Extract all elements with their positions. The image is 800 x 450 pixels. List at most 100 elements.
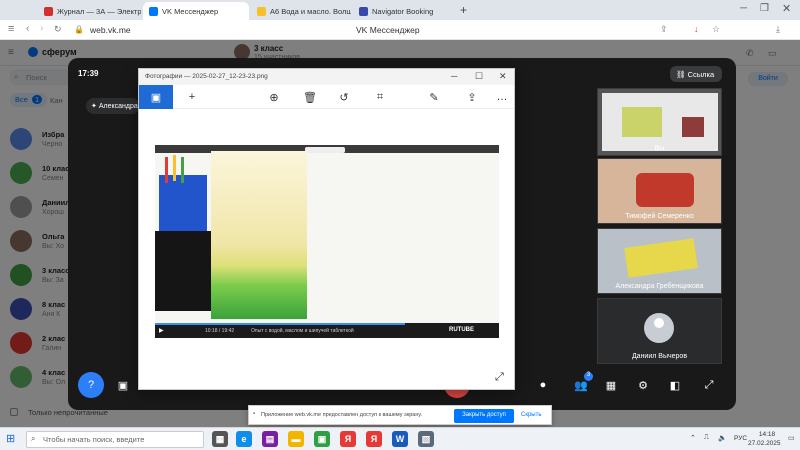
clock-time[interactable]: 14:18 (752, 431, 782, 438)
tab-label: Navigator Booking (372, 6, 434, 16)
settings-icon[interactable]: ⚙ (630, 372, 656, 398)
photos-icon[interactable]: ▧ (418, 431, 434, 447)
explorer-icon[interactable]: ▬ (288, 431, 304, 447)
participant-tile[interactable]: Александра Гребенщикова (597, 228, 722, 294)
start-icon[interactable]: ⊞ (6, 432, 15, 445)
play-icon[interactable]: ▶ (159, 327, 164, 334)
presenter-chip[interactable]: ✦ Александра (86, 98, 140, 114)
journal-favicon-icon (44, 6, 53, 16)
gallery-icon[interactable]: ▣ (139, 85, 173, 109)
forward-icon[interactable]: › (40, 23, 43, 34)
network-icon[interactable]: ⎍ (704, 434, 709, 442)
participants-icon[interactable]: 👥 3 (568, 372, 594, 398)
share-icon[interactable]: ⇪ (660, 24, 668, 35)
minimize-icon[interactable]: ─ (451, 71, 457, 81)
share-indicator-icon: ▪ (253, 411, 256, 417)
participant-video (636, 173, 694, 207)
rotate-icon[interactable]: ↺ (333, 88, 355, 106)
photos-title: Фотографии — 2025-02-27_12-23-23.png (145, 73, 268, 80)
maximize-icon[interactable]: ☐ (475, 71, 483, 82)
search-icon: ⌕ (31, 434, 36, 443)
bookmark-icon[interactable]: ☆ (712, 24, 720, 35)
black-jar (155, 231, 215, 311)
grid-icon[interactable]: ▦ (598, 372, 624, 398)
url-text[interactable]: web.vk.me (90, 25, 131, 35)
back-icon[interactable]: ‹ (26, 23, 29, 34)
pip-icon[interactable]: ◧ (662, 372, 688, 398)
video-time: 10:18 / 19:42 (205, 328, 235, 334)
participant-tile[interactable]: Даниил Вычеров (597, 298, 722, 364)
participant-name: Даниил Вычеров (631, 353, 688, 360)
avatar (644, 313, 674, 343)
app-icon[interactable]: ▤ (262, 431, 278, 447)
help-button[interactable]: ? (78, 372, 104, 398)
tab-label: А6 Вода и масло. Волше (270, 6, 351, 16)
self-label: Вы (654, 145, 665, 152)
yandex-icon[interactable]: Я (340, 431, 356, 447)
photos-title-bar: Фотографии — 2025-02-27_12-23-23.png ─ ☐… (139, 69, 514, 85)
tray-chevron-icon[interactable]: ⌃ (690, 434, 696, 442)
yandex-browser-icon[interactable]: Я (366, 431, 382, 447)
store-icon[interactable]: ▣ (314, 431, 330, 447)
edge-icon[interactable]: e (236, 431, 252, 447)
screen-share-banner: ▪ Приложение web.vk.me предоставлен дост… (248, 405, 552, 425)
self-tile[interactable]: Вы (597, 88, 722, 156)
notification-icon[interactable]: ▭ (788, 434, 795, 442)
video-caption: Опыт с водой, маслом и шипучей таблеткой (251, 328, 354, 334)
pencil (165, 157, 168, 183)
close-icon[interactable]: ✕ (499, 71, 507, 82)
address-bar: ≡ ‹ › ↻ 🔒 web.vk.me VK Мессенджер ⇪ ↓ ☆ … (0, 20, 800, 40)
photos-toolbar: ▣ + ⊕ 🗑 ↺ ⌗ ✎ ⇪ … (139, 85, 514, 109)
download-icon[interactable]: ↓ (694, 24, 699, 34)
language-indicator[interactable]: РУС (734, 435, 747, 442)
blue-cup (159, 175, 207, 235)
tab-vk-messenger[interactable]: VK Мессенджер (143, 2, 249, 20)
download-manager-icon[interactable]: ⤓ (776, 24, 780, 35)
chat-icon[interactable]: ● (530, 372, 556, 398)
new-tab-button[interactable]: + (460, 3, 467, 17)
edit-icon[interactable]: ✎ (423, 88, 445, 106)
link-label: Ссылка (687, 70, 715, 79)
task-view-icon[interactable]: ▦ (212, 431, 228, 447)
menu-icon[interactable]: ≡ (8, 23, 14, 35)
expand-icon[interactable]: ⤢ (495, 371, 504, 384)
camera-off-icon[interactable]: ▣ (110, 372, 136, 398)
video-control-bar: ▶ 10:18 / 19:42 Опыт с водой, маслом и ш… (155, 323, 499, 338)
taskbar-search-input[interactable]: ⌕ Чтобы начать поиск, введите (26, 431, 204, 448)
crop-icon[interactable]: ⌗ (369, 88, 391, 106)
close-icon[interactable]: ✕ (782, 2, 791, 15)
fullscreen-icon[interactable]: ⤢ (696, 372, 722, 398)
share-icon[interactable]: ⇪ (461, 88, 483, 106)
volume-icon[interactable]: 🔈 (718, 434, 727, 442)
raise-badge: 3 (584, 372, 593, 381)
water-glass (211, 151, 307, 319)
call-link-button[interactable]: ⛓ Ссылка (670, 66, 722, 82)
minimize-icon[interactable]: ─ (740, 3, 747, 14)
subscribe-chip (305, 147, 345, 153)
maximize-icon[interactable]: ❐ (760, 3, 769, 14)
clock-date[interactable]: 27.02.2025 (748, 440, 781, 447)
navigator-favicon-icon (359, 6, 368, 16)
more-icon[interactable]: … (491, 88, 513, 106)
video-favicon-icon (257, 6, 266, 16)
page-title: VK Мессенджер (356, 25, 420, 35)
photos-viewer-window: Фотографии — 2025-02-27_12-23-23.png ─ ☐… (138, 68, 515, 390)
add-icon[interactable]: + (181, 88, 203, 106)
pencil (173, 155, 176, 181)
lock-icon: 🔒 (74, 25, 84, 34)
word-icon[interactable]: W (392, 431, 408, 447)
participant-video (624, 238, 698, 278)
shared-screen-thumbnail (602, 93, 718, 151)
zoom-icon[interactable]: ⊕ (263, 88, 285, 106)
link-icon: ⛓ (676, 70, 686, 79)
reload-icon[interactable]: ↻ (54, 24, 62, 35)
tab-journal[interactable]: Журнал — 3А — Электрон (38, 2, 141, 20)
browser-tab-strip: Журнал — 3А — Электрон VK Мессенджер А6 … (0, 0, 800, 20)
delete-icon[interactable]: 🗑 (299, 88, 321, 106)
tab-video[interactable]: А6 Вода и масло. Волше (251, 2, 351, 20)
vk-favicon-icon (149, 6, 158, 16)
hide-link[interactable]: Скрыть (521, 412, 541, 418)
participant-tile[interactable]: Тимофей Семеренко (597, 158, 722, 224)
stop-sharing-button[interactable]: Закрыть доступ (454, 409, 514, 423)
tab-navigator[interactable]: Navigator Booking (353, 2, 453, 20)
